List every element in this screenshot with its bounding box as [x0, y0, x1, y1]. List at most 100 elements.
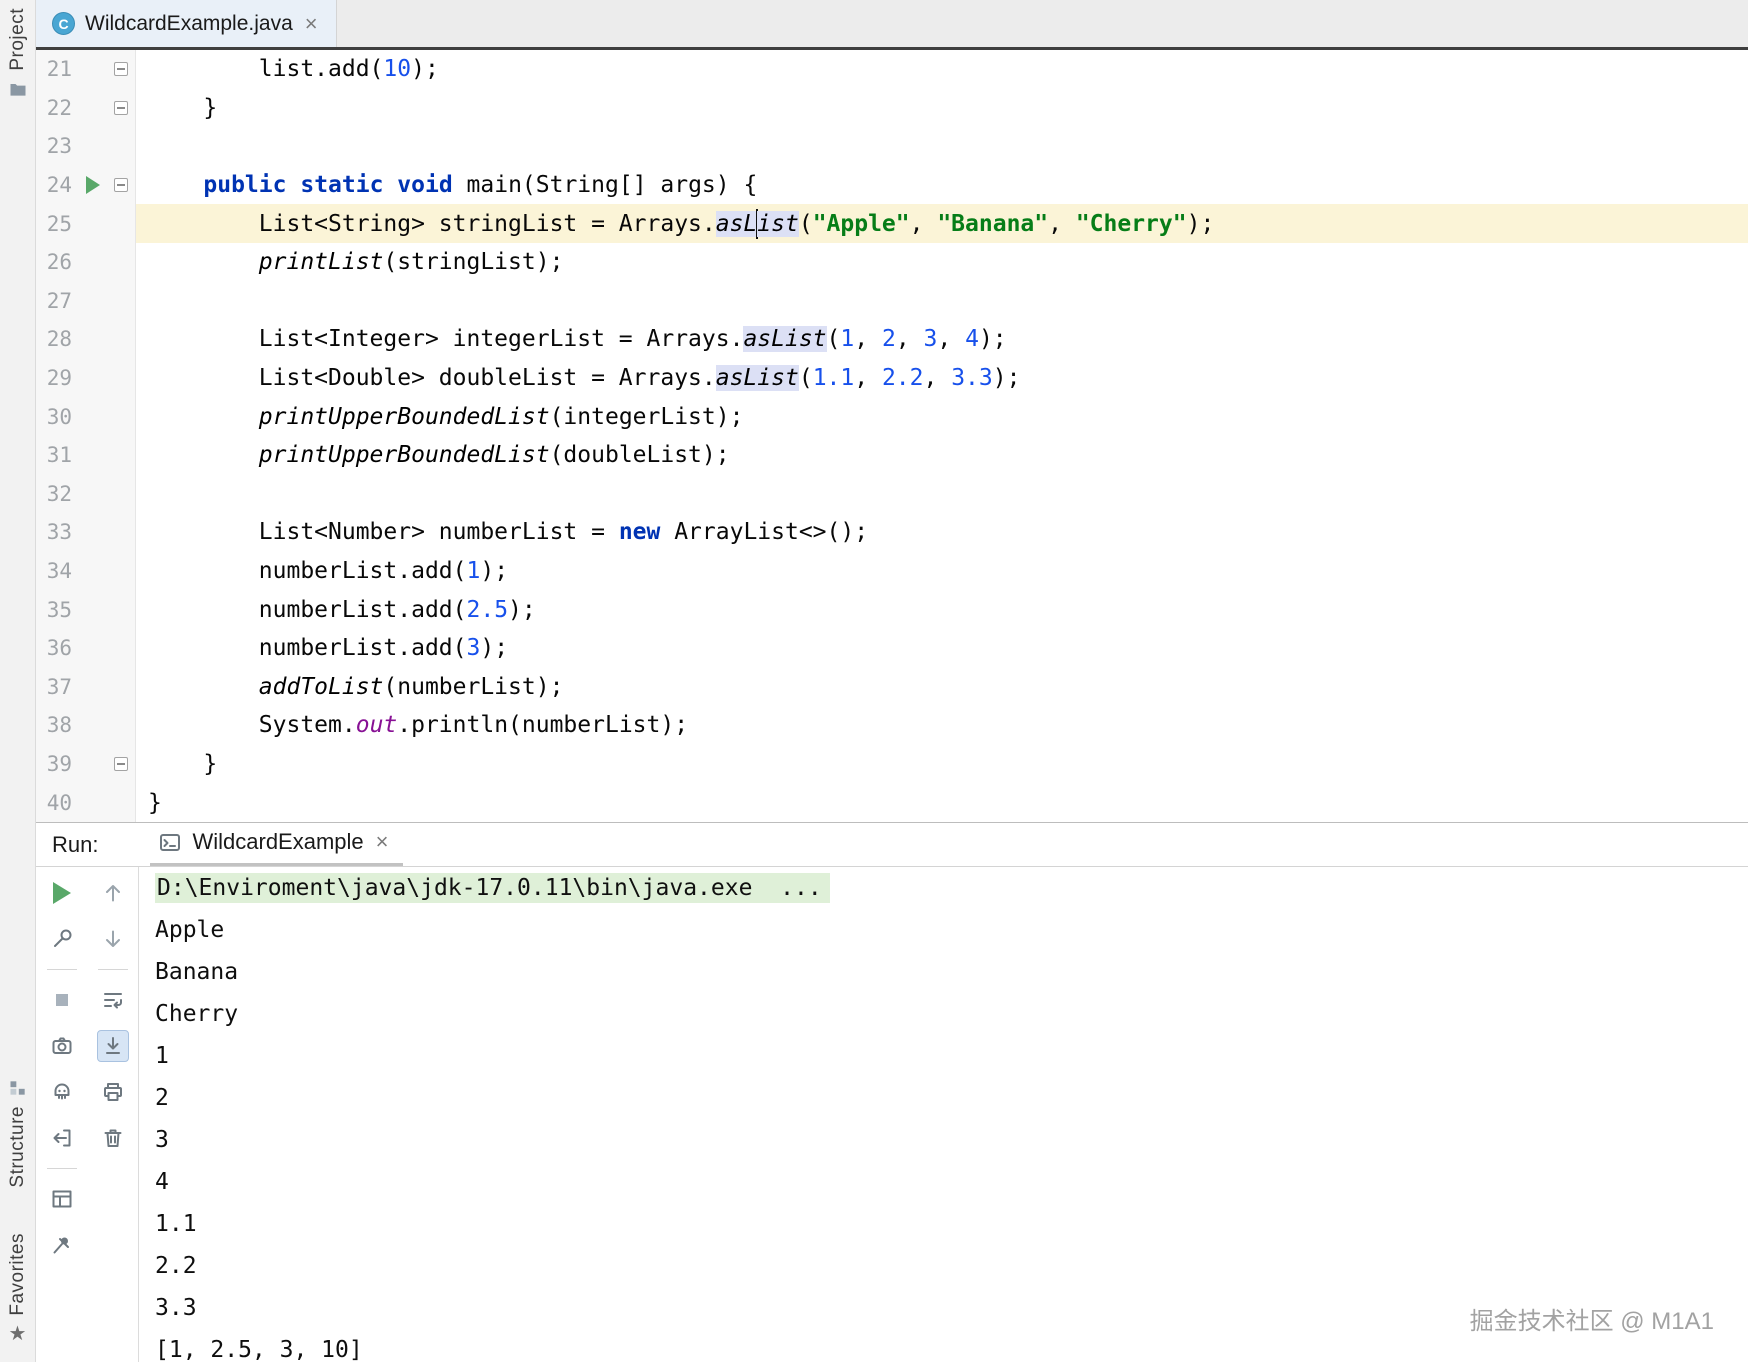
code-line-text[interactable] [136, 282, 1748, 321]
run-toolbar-console [88, 867, 138, 1362]
console-line: Apple [155, 917, 225, 943]
code-line-text[interactable]: List<Double> doubleList = Arrays. asList(… [136, 359, 1748, 398]
console-output[interactable]: D:\Enviroment\java\jdk-17.0.11\bin\java.… [138, 867, 1748, 1362]
code-line-text[interactable]: public static void main(String[] args) { [136, 166, 1748, 205]
printer-icon [104, 1083, 122, 1101]
close-tab-icon[interactable]: × [303, 12, 320, 35]
gutter: 32 [36, 474, 136, 514]
fold-marker-icon[interactable] [113, 756, 128, 771]
soft-wrap-button[interactable] [97, 984, 129, 1016]
code-line-text[interactable]: } [136, 89, 1748, 128]
run-toolbar-main [36, 867, 88, 1362]
editor-tab[interactable]: C WildcardExample.java × [36, 0, 337, 47]
console-line: 2.2 [155, 1253, 197, 1279]
gutter: 22 [36, 88, 136, 128]
code-line-text[interactable]: List<String> stringList = Arrays. asL ist(… [136, 204, 1748, 243]
trash-icon [104, 1129, 122, 1147]
run-tab[interactable]: WildcardExample × [150, 829, 403, 866]
line-number: 35 [46, 597, 72, 622]
detach-button[interactable] [46, 1122, 78, 1154]
code-editor[interactable]: 21 list.add(10); 22 } 23 24 public static v… [36, 50, 1748, 822]
code-line-text[interactable]: List<Number> numberList = new ArrayList<… [136, 513, 1748, 552]
code-line-text[interactable]: printList (stringList); [136, 243, 1748, 282]
toolbar-separator [98, 969, 128, 970]
line-number: 28 [46, 327, 72, 352]
run-line-icon[interactable] [86, 176, 100, 195]
line-number: 32 [46, 481, 72, 506]
code-line-text[interactable]: printUpperBoundedList (integerList); [136, 397, 1748, 436]
code-line-text[interactable]: System. out .println(numberList); [136, 706, 1748, 745]
code-line-23: 23 [36, 127, 1748, 166]
console-line: Banana [155, 959, 239, 985]
code-line-text[interactable]: addToList (numberList); [136, 668, 1748, 707]
stop-icon [56, 994, 68, 1006]
code-line-text[interactable]: } [136, 745, 1748, 784]
gutter: 39 [36, 744, 136, 784]
exit-arrow-icon [53, 1129, 71, 1147]
code-line-28: 28 List<Integer> integerList = Arrays. as… [36, 320, 1748, 359]
stop-button[interactable] [46, 984, 78, 1016]
gutter: 21 [36, 50, 136, 89]
code-line-33: 33 List<Number> numberList = new ArrayLi… [36, 513, 1748, 552]
line-number: 31 [46, 443, 72, 468]
dump-threads-button[interactable] [46, 1030, 78, 1062]
code-line-text[interactable] [136, 127, 1748, 166]
rerun-button[interactable] [46, 877, 78, 909]
line-number: 39 [46, 751, 72, 776]
code-line-21: 21 list.add(10); [36, 50, 1748, 89]
close-run-tab-icon[interactable]: × [374, 831, 391, 853]
console-line: Cherry [155, 1001, 239, 1027]
toolwindow-button-favorites[interactable]: Favorites ★ [7, 1233, 29, 1344]
up-stack-trace-button[interactable] [97, 877, 129, 909]
code-line-text[interactable]: list.add(10); [136, 50, 1748, 89]
code-line-34: 34 numberList.add(1); [36, 551, 1748, 591]
line-number: 33 [46, 520, 72, 545]
fold-marker-icon[interactable] [113, 62, 128, 77]
gutter: 28 [36, 320, 136, 359]
gutter: 30 [36, 397, 136, 436]
code-line-31: 31 printUpperBoundedList (doubleList); [36, 435, 1748, 475]
layout-icon [52, 1190, 72, 1208]
toolwindow-button-structure[interactable]: Structure [7, 1078, 29, 1187]
rerun-icon [53, 882, 71, 904]
line-number: 40 [46, 790, 72, 815]
code-line-25: 25 List<String> stringList = Arrays. asL i… [36, 204, 1748, 243]
favorites-star-icon: ★ [8, 1323, 27, 1345]
code-line-36: 36 numberList.add(3); [36, 628, 1748, 668]
pin-tab-button[interactable] [46, 1229, 78, 1261]
code-line-text[interactable]: numberList.add(3); [136, 629, 1748, 668]
gutter: 36 [36, 628, 136, 668]
line-number: 37 [46, 674, 72, 699]
code-line-text[interactable]: } [136, 783, 1748, 822]
folder-icon [10, 83, 25, 96]
clear-all-button[interactable] [97, 1122, 129, 1154]
console-line: 3 [155, 1127, 169, 1153]
scroll-to-end-button[interactable] [97, 1030, 129, 1062]
gutter: 37 [36, 667, 136, 707]
toolbar-separator [47, 969, 77, 970]
code-line-text[interactable]: numberList.add(2.5); [136, 590, 1748, 629]
code-line-35: 35 numberList.add(2.5); [36, 590, 1748, 629]
fold-marker-icon[interactable] [113, 100, 128, 115]
code-line-text[interactable] [136, 475, 1748, 514]
fold-marker-icon[interactable] [113, 178, 128, 193]
code-line-text[interactable]: numberList.add(1); [136, 552, 1748, 591]
toolwindow-button-project[interactable]: Project [7, 8, 29, 99]
gutter: 31 [36, 435, 136, 475]
line-number: 34 [46, 559, 72, 584]
camera-icon [52, 1037, 72, 1054]
print-button[interactable] [97, 1076, 129, 1108]
line-number: 38 [46, 713, 72, 738]
soft-wrap-icon [104, 993, 122, 1009]
line-number: 25 [46, 211, 72, 236]
gutter: 34 [36, 551, 136, 591]
down-stack-trace-button[interactable] [97, 923, 129, 955]
line-number: 29 [46, 366, 72, 391]
line-number: 23 [46, 134, 72, 159]
run-settings-button[interactable] [46, 923, 78, 955]
code-line-text[interactable]: printUpperBoundedList (doubleList); [136, 436, 1748, 475]
project-toolwindow-label: Project [6, 8, 28, 71]
code-line-text[interactable]: List<Integer> integerList = Arrays. asLis… [136, 320, 1748, 359]
restore-layout-button[interactable] [46, 1183, 78, 1215]
kill-process-button[interactable] [46, 1076, 78, 1108]
